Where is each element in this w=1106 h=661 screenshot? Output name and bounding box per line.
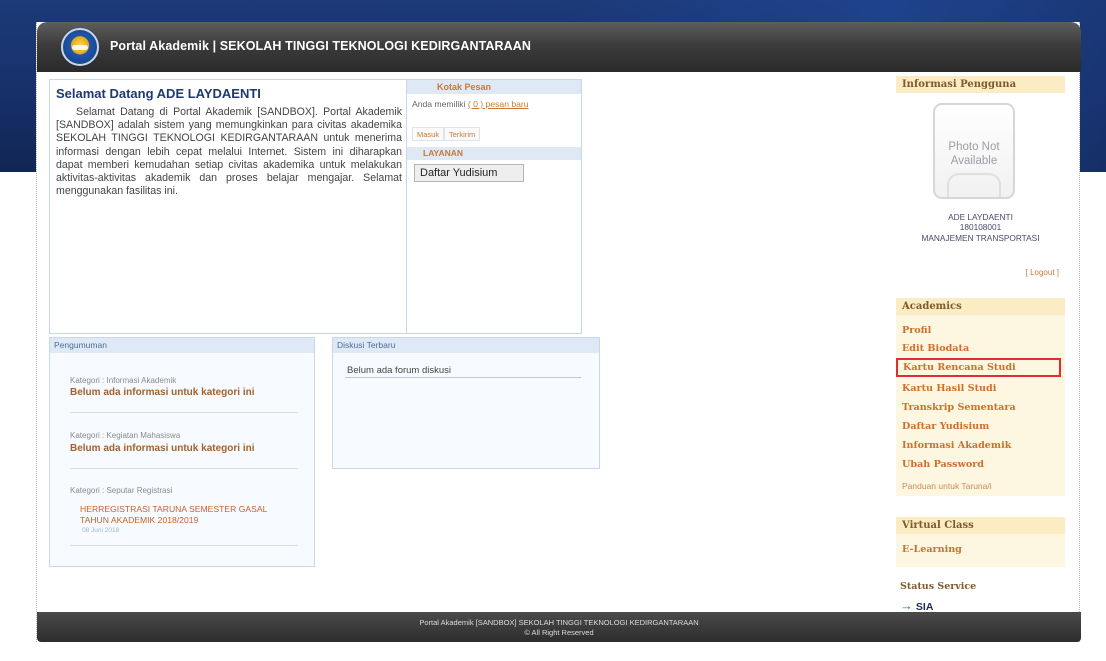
portal-frame: Portal Akademik | SEKOLAH TINGGI TEKNOLO… [36, 22, 1081, 642]
guide-link[interactable]: Panduan untuk Taruna/i [902, 481, 992, 491]
academics-menu: Academics Profil Edit Biodata Kartu Renc… [896, 298, 1065, 496]
welcome-text: Selamat Datang di Portal Akademik [SANDB… [56, 106, 402, 198]
status-service-title: Status Service [900, 581, 977, 592]
menu-item-daftar-yudisium[interactable]: Daftar Yudisium [902, 421, 989, 432]
virtual-class-title: Virtual Class [896, 517, 1065, 534]
divider [70, 468, 298, 469]
message-info: Anda memiliki ( 0 ) pesan baru [412, 99, 529, 109]
portal-footer: Portal Akademik [SANDBOX] SEKOLAH TINGGI… [37, 612, 1081, 642]
announcement-item[interactable]: Belum ada informasi untuk kategori ini [70, 387, 300, 399]
footer-line-1: Portal Akademik [SANDBOX] SEKOLAH TINGGI… [419, 618, 699, 627]
right-sidebar: Informasi Pengguna Photo Not Available A… [896, 76, 1065, 622]
announcements-panel: Pengumuman Kategori : Informasi Akademik… [49, 337, 315, 567]
silhouette-icon [947, 173, 1001, 197]
discussion-title: Diskusi Terbaru [333, 338, 599, 353]
category-label: Kategori : Seputar Registrasi [70, 486, 173, 495]
category-label: Kategori : Kegiatan Mahasiswa [70, 431, 181, 440]
portal-header: Portal Akademik | SEKOLAH TINGGI TEKNOLO… [37, 22, 1081, 72]
menu-item-informasi-akademik[interactable]: Informasi Akademik [902, 440, 1011, 451]
header-title: Portal Akademik | SEKOLAH TINGGI TEKNOLO… [110, 39, 532, 53]
arrow-right-icon: → [900, 598, 913, 613]
photo-not-available-text: Photo Not Available [948, 141, 1000, 167]
category-label: Kategori : Informasi Akademik [70, 376, 177, 385]
divider [70, 545, 298, 546]
tab-sent[interactable]: Terkirim [444, 127, 481, 141]
menu-item-kartu-rencana-studi[interactable]: Kartu Rencana Studi [896, 358, 1061, 377]
academics-title: Academics [896, 298, 1065, 315]
institution-emblem-icon [61, 28, 99, 66]
discussion-panel: Diskusi Terbaru Belum ada forum diskusi [332, 337, 600, 469]
services-title: LAYANAN [407, 147, 581, 160]
message-box-panel: Kotak Pesan Anda memiliki ( 0 ) pesan ba… [407, 79, 582, 334]
status-sia[interactable]: → SIA [900, 598, 933, 613]
virtual-class-menu: Virtual Class E-Learning [896, 517, 1065, 567]
daftar-yudisium-button[interactable]: Daftar Yudisium [414, 164, 524, 182]
menu-item-profil[interactable]: Profil [902, 325, 931, 336]
user-info-title: Informasi Pengguna [896, 76, 1065, 93]
welcome-panel: Selamat Datang ADE LAYDAENTI Selamat Dat… [49, 79, 407, 334]
menu-item-transkrip-sementara[interactable]: Transkrip Sementara [902, 402, 1016, 413]
divider [70, 412, 298, 413]
divider [345, 377, 581, 378]
avatar-placeholder: Photo Not Available [933, 103, 1015, 199]
logout-link[interactable]: [ Logout ] [1026, 268, 1059, 277]
announcement-item[interactable]: Belum ada informasi untuk kategori ini [70, 443, 300, 455]
announcement-item[interactable]: HERREGISTRASI TARUNA SEMESTER GASAL TAHU… [80, 504, 290, 525]
menu-item-ubah-password[interactable]: Ubah Password [902, 459, 984, 470]
user-nim: 180108001 [959, 222, 1002, 232]
footer-line-2: © All Right Reserved [524, 627, 594, 637]
discussion-empty-text: Belum ada forum diskusi [347, 365, 452, 376]
user-info-box: Informasi Pengguna Photo Not Available A… [896, 76, 1065, 291]
user-name: ADE LAYDAENTI [948, 212, 1013, 222]
message-box-title: Kotak Pesan [407, 80, 581, 94]
message-info-prefix: Anda memiliki [412, 99, 466, 109]
tab-inbox[interactable]: Masuk [412, 127, 445, 141]
announcements-title: Pengumuman [50, 338, 314, 353]
welcome-heading: Selamat Datang ADE LAYDAENTI [56, 86, 261, 101]
user-program: MANAJEMEN TRANSPORTASI [921, 233, 1040, 243]
menu-item-kartu-hasil-studi[interactable]: Kartu Hasil Studi [902, 383, 996, 394]
new-messages-link[interactable]: ( 0 ) pesan baru [468, 99, 529, 109]
announcement-date: 08 Juni 2018 [82, 527, 120, 534]
menu-item-e-learning[interactable]: E-Learning [902, 544, 962, 555]
menu-item-edit-biodata[interactable]: Edit Biodata [902, 343, 969, 354]
